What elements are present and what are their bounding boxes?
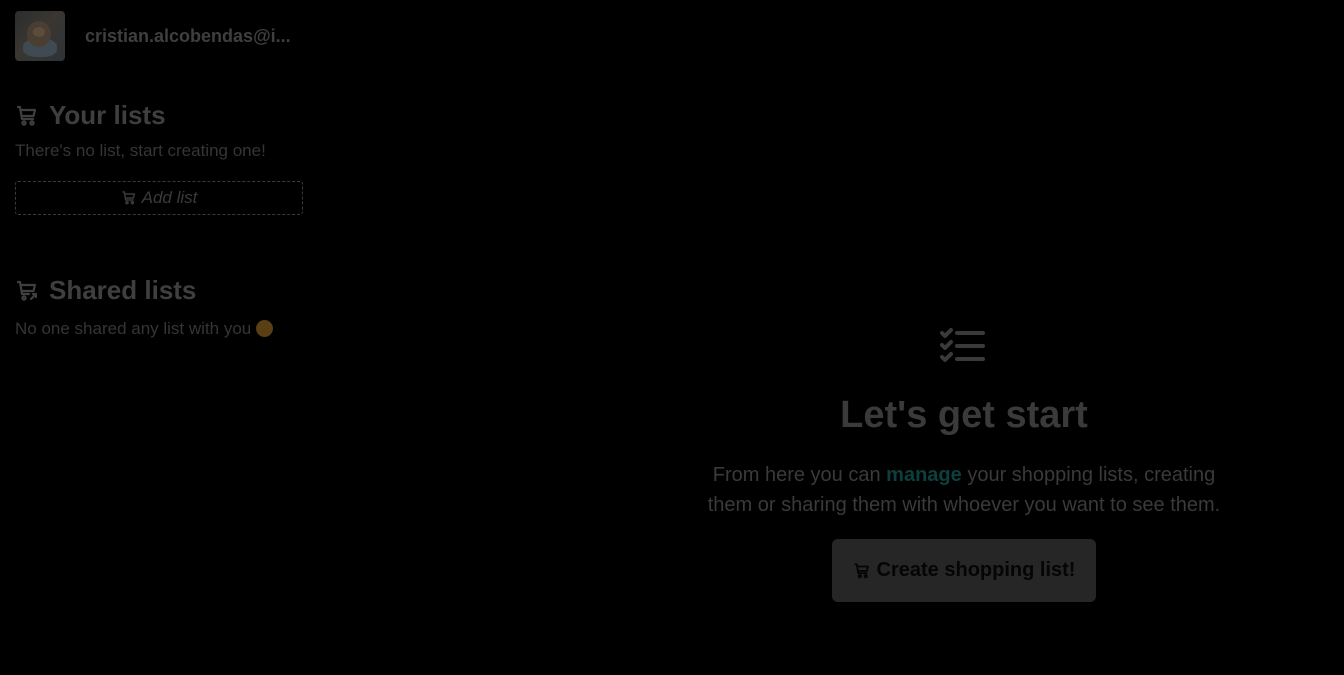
shopping-cart-icon <box>15 104 39 128</box>
your-lists-heading: Your lists <box>15 100 166 131</box>
shared-cart-icon <box>15 279 39 303</box>
checklist-icon <box>940 327 986 365</box>
create-shopping-list-label: Create shopping list! <box>876 559 1076 581</box>
shopping-cart-icon <box>853 562 871 580</box>
add-list-button[interactable]: Add list <box>15 181 303 215</box>
shared-lists-heading: Shared lists <box>15 275 196 306</box>
hero-description: From here you can manage your shopping l… <box>694 460 1234 520</box>
your-lists-empty-text: There's no list, start creating one! <box>15 141 266 160</box>
add-list-label: Add list <box>141 188 198 207</box>
user-email: cristian.alcobendas@i... <box>85 25 291 46</box>
create-shopping-list-button[interactable]: Create shopping list! <box>832 539 1096 602</box>
avatar[interactable] <box>15 11 65 61</box>
your-lists-title: Your lists <box>49 100 166 130</box>
user-profile[interactable]: cristian.alcobendas@i... <box>15 11 295 61</box>
shared-lists-empty-text: No one shared any list with you <box>15 319 274 339</box>
shared-lists-empty-label: No one shared any list with you <box>15 319 252 338</box>
hero-description-accent: manage <box>886 464 962 486</box>
sidebar: cristian.alcobendas@i... Your lists Ther… <box>0 0 320 675</box>
add-cart-icon <box>121 190 137 206</box>
hero-description-start: From here you can <box>712 464 887 486</box>
app-root: cristian.alcobendas@i... Your lists Ther… <box>0 0 1344 675</box>
hero-title: Let's get start <box>840 394 1088 436</box>
shared-lists-title: Shared lists <box>49 275 197 305</box>
sad-face-emoji <box>256 320 274 337</box>
